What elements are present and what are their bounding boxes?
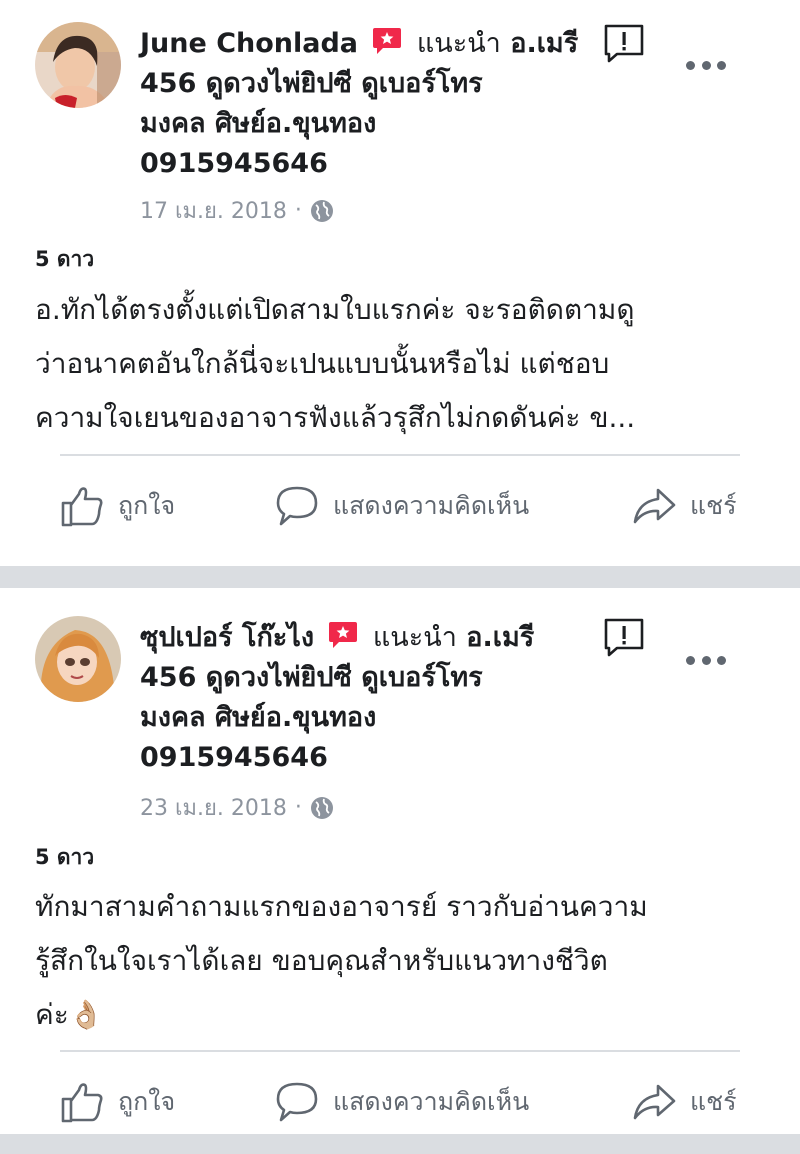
share-icon [633, 488, 676, 524]
recommend-icon [327, 620, 359, 650]
more-icon[interactable] [686, 652, 726, 668]
meta-separator: · [294, 198, 302, 223]
like-button[interactable]: ถูกใจ [60, 1072, 175, 1132]
globe-icon [310, 796, 334, 820]
report-icon[interactable] [603, 618, 645, 658]
avatar[interactable] [35, 616, 121, 702]
page-name[interactable]: 456 ดูดวงไพ่ยิปซี ดูเบอร์โทร [140, 662, 483, 693]
recommend-icon [371, 26, 403, 56]
page-name[interactable]: 0915945646 [140, 148, 328, 179]
avatar[interactable] [35, 22, 121, 108]
review-text[interactable]: อ.ทักได้ตรงตั้งแต่เปิดสามใบแรกค่ะ จะรอติ… [35, 283, 775, 445]
recommend-label: แนะนำ [416, 28, 501, 59]
report-icon[interactable] [603, 24, 645, 64]
share-button[interactable]: แชร์ [632, 1072, 737, 1132]
page-name[interactable]: มงคล ศิษย์อ.ขุนทอง [140, 702, 376, 733]
review-text[interactable]: ทักมาสามคำถามแรกของอาจารย์ ราวกับอ่านควา… [35, 880, 775, 1042]
comment-icon [276, 1082, 318, 1122]
share-icon [633, 1084, 676, 1120]
post-header: June Chonlada แนะนำ อ.เมรี 456 ดูดวงไพ่ย… [140, 24, 590, 184]
post-meta: 17 เม.ย. 2018 · [140, 193, 334, 228]
recommend-label: แนะนำ [372, 622, 457, 653]
thumbs-up-icon [61, 487, 103, 527]
comment-button[interactable]: แสดงความคิดเห็น [275, 476, 529, 536]
like-label: ถูกใจ [118, 491, 176, 520]
comment-label: แสดงความคิดเห็น [333, 1087, 530, 1116]
meta-separator: · [294, 795, 302, 820]
divider [60, 454, 740, 456]
more-icon[interactable] [686, 57, 726, 73]
share-label: แชร์ [690, 491, 737, 520]
page-name[interactable]: อ.เมรี [466, 622, 534, 653]
comment-label: แสดงความคิดเห็น [333, 491, 530, 520]
author-name[interactable]: June Chonlada [140, 28, 358, 59]
action-bar: ถูกใจ แสดงความคิดเห็น แชร์ [0, 1072, 800, 1132]
post-separator [0, 1134, 800, 1154]
post-meta: 23 เม.ย. 2018 · [140, 790, 334, 825]
author-name[interactable]: ซุปเปอร์ โก๊ะไง [140, 622, 314, 653]
post-separator [0, 566, 800, 588]
star-rating: 5 ดาว [35, 845, 95, 869]
action-bar: ถูกใจ แสดงความคิดเห็น แชร์ [0, 476, 800, 536]
page-name[interactable]: อ.เมรี [510, 28, 578, 59]
page-name[interactable]: 0915945646 [140, 742, 328, 773]
page-name[interactable]: มงคล ศิษย์อ.ขุนทอง [140, 108, 376, 139]
review-post: ซุปเปอร์ โก๊ะไง แนะนำ อ.เมรี 456 ดูดวงไพ… [0, 588, 800, 1134]
page-name[interactable]: 456 ดูดวงไพ่ยิปซี ดูเบอร์โทร [140, 68, 483, 99]
divider [60, 1050, 740, 1052]
post-date[interactable]: 23 เม.ย. 2018 [140, 790, 287, 825]
reviews-feed: June Chonlada แนะนำ อ.เมรี 456 ดูดวงไพ่ย… [0, 0, 800, 1154]
post-date[interactable]: 17 เม.ย. 2018 [140, 193, 287, 228]
review-post: June Chonlada แนะนำ อ.เมรี 456 ดูดวงไพ่ย… [0, 0, 800, 566]
share-label: แชร์ [690, 1087, 737, 1116]
post-header: ซุปเปอร์ โก๊ะไง แนะนำ อ.เมรี 456 ดูดวงไพ… [140, 618, 590, 778]
thumbs-up-icon [61, 1083, 103, 1123]
comment-icon [276, 486, 318, 526]
share-button[interactable]: แชร์ [632, 476, 737, 536]
comment-button[interactable]: แสดงความคิดเห็น [275, 1072, 529, 1132]
star-rating: 5 ดาว [35, 247, 95, 271]
like-button[interactable]: ถูกใจ [60, 476, 175, 536]
like-label: ถูกใจ [118, 1087, 176, 1116]
globe-icon [310, 199, 334, 223]
